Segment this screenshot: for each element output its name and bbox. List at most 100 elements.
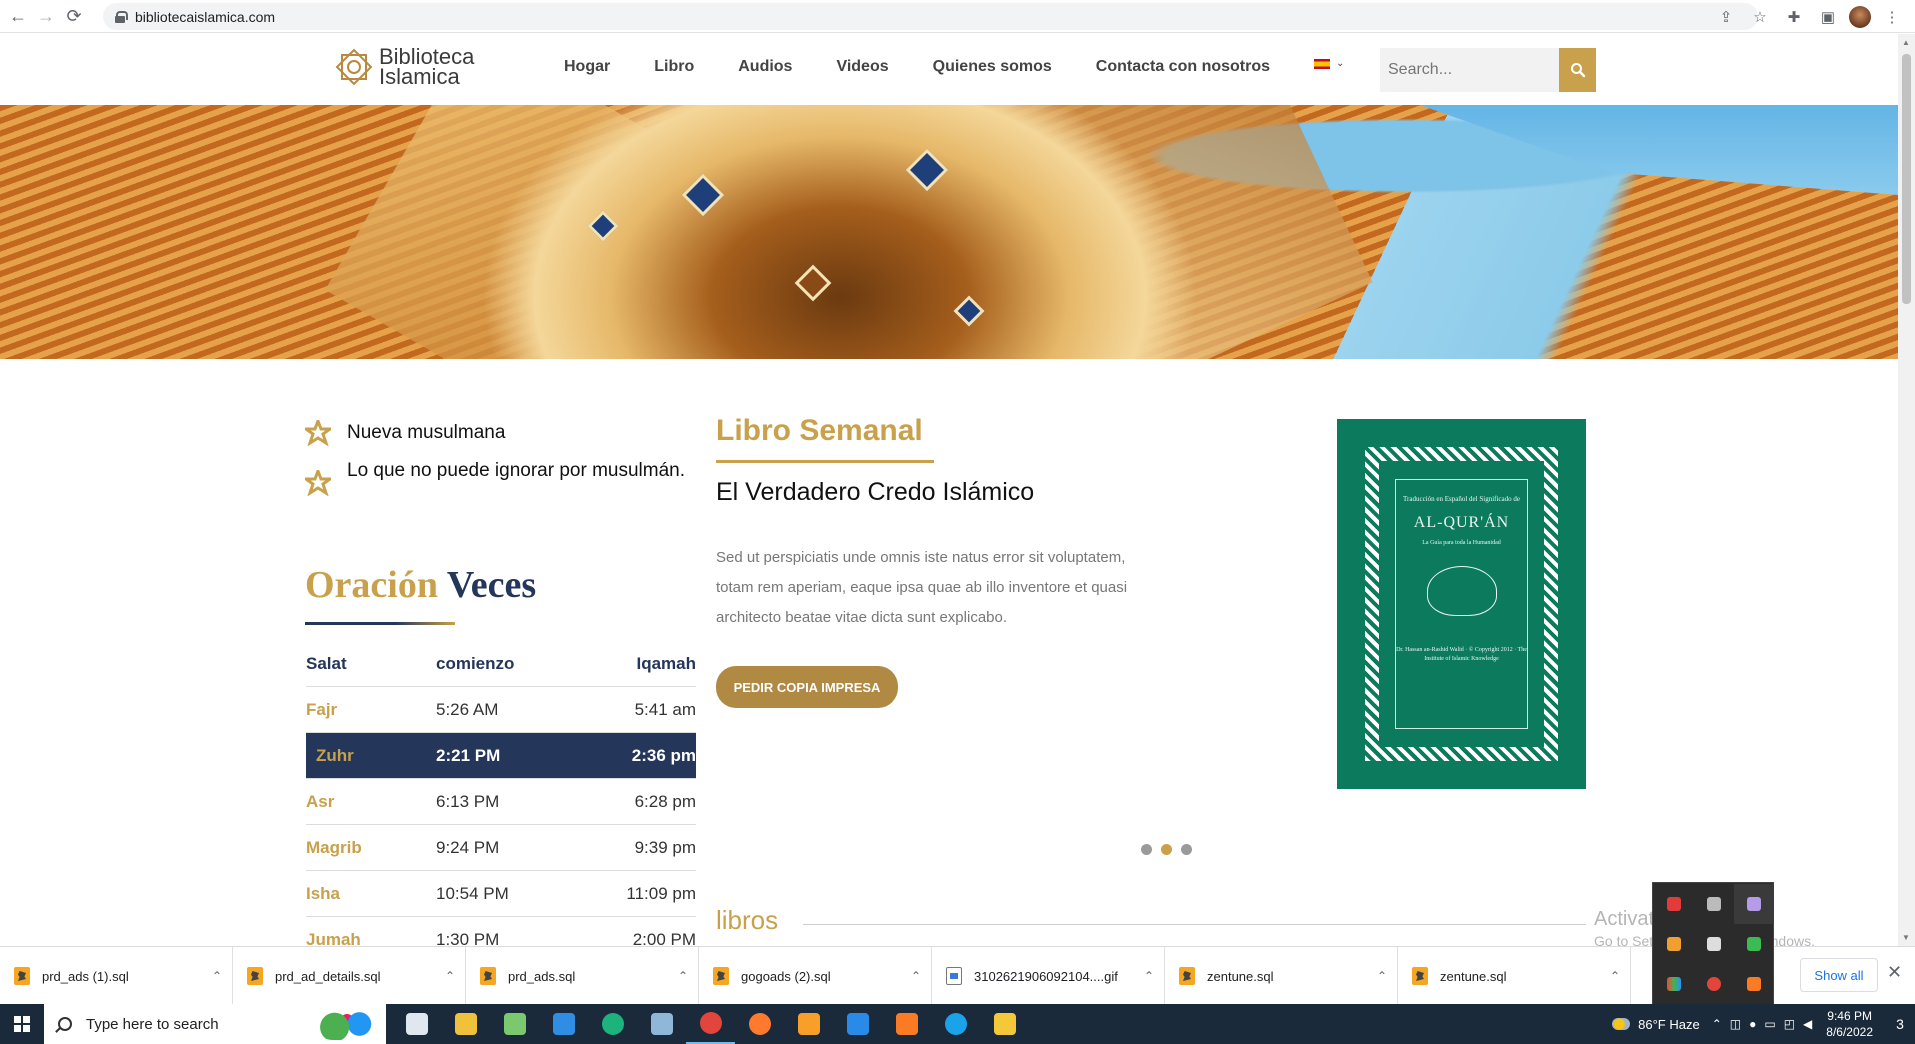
nav-libro[interactable]: Libro xyxy=(654,58,694,76)
network-icon[interactable]: ◰ xyxy=(1784,1017,1795,1031)
taskbar-app-button[interactable] xyxy=(392,1004,441,1044)
scroll-down-arrow-icon[interactable]: ▼ xyxy=(1902,933,1910,942)
taskbar-app-button[interactable] xyxy=(441,1004,490,1044)
nav-contacto[interactable]: Contacta con nosotros xyxy=(1096,58,1270,76)
start-button[interactable] xyxy=(0,1004,44,1044)
tray-speaker-icon[interactable] xyxy=(1694,924,1734,964)
taskbar-app-button[interactable] xyxy=(980,1004,1029,1044)
link-nueva-musulmana[interactable]: Nueva musulmana xyxy=(305,418,705,448)
mail-icon xyxy=(552,1013,575,1035)
cover-footer: Dr. Hassan an-Rashid Walid · © Copyright… xyxy=(1396,647,1527,662)
search-button[interactable] xyxy=(1559,48,1596,92)
carousel-dot-1[interactable] xyxy=(1141,844,1152,855)
chevron-up-icon[interactable]: ⌃ xyxy=(668,969,698,983)
taskbar-app-button[interactable] xyxy=(539,1004,588,1044)
nav-quienes-somos[interactable]: Quienes somos xyxy=(933,58,1052,76)
weather-widget[interactable]: 86°F Haze xyxy=(1612,1017,1700,1032)
taskbar-app-button[interactable] xyxy=(735,1004,784,1044)
chevron-up-icon[interactable]: ⌃ xyxy=(435,969,465,983)
taskbar-app-button[interactable] xyxy=(588,1004,637,1044)
link-label[interactable]: Nueva musulmana xyxy=(347,418,505,448)
taskbar-clock[interactable]: 9:46 PM 8/6/2022 xyxy=(1826,1008,1873,1040)
chevron-down-icon: ⌄ xyxy=(1336,58,1345,69)
share-icon[interactable]: ⇪ xyxy=(1713,4,1739,30)
weather-icon xyxy=(1612,1018,1631,1030)
nav-hogar[interactable]: Hogar xyxy=(564,58,610,76)
tray-app-icon[interactable] xyxy=(1654,924,1694,964)
show-all-downloads-button[interactable]: Show all xyxy=(1800,958,1878,992)
carousel-dot-2[interactable] xyxy=(1161,844,1172,855)
download-item[interactable]: prd_ad_details.sql ⌃ xyxy=(233,947,466,1005)
menu-kebab-icon[interactable]: ⋮ xyxy=(1879,4,1905,30)
side-panel-icon[interactable]: ▣ xyxy=(1815,4,1841,30)
clock-time: 9:46 PM xyxy=(1827,1009,1872,1023)
notification-center-button[interactable]: 3 xyxy=(1885,1016,1915,1032)
tray-shield-icon[interactable] xyxy=(1654,884,1694,924)
back-icon[interactable]: ← xyxy=(4,2,32,30)
reload-icon[interactable]: ⟳ xyxy=(60,2,88,30)
volume-icon[interactable]: ◀ xyxy=(1803,1017,1812,1031)
tray-xampp-icon[interactable] xyxy=(1734,964,1774,1004)
chevron-up-icon[interactable]: ⌃ xyxy=(1712,1017,1722,1031)
chevron-up-icon[interactable]: ⌃ xyxy=(1600,969,1630,983)
notification-count: 3 xyxy=(1896,1016,1904,1032)
chevron-up-icon[interactable]: ⌃ xyxy=(1367,969,1397,983)
taskbar-app-button[interactable] xyxy=(784,1004,833,1044)
prayer-times-table: Salat comienzo Iqamah Fajr 5:26 AM 5:41 … xyxy=(306,641,696,963)
scroll-thumb[interactable] xyxy=(1902,54,1911,304)
url-text[interactable]: bibliotecaislamica.com xyxy=(135,9,275,25)
close-download-bar-icon[interactable]: ✕ xyxy=(1887,962,1902,983)
search-input[interactable] xyxy=(1380,48,1560,92)
firefox-icon xyxy=(748,1013,771,1035)
nav-audios[interactable]: Audios xyxy=(738,58,792,76)
download-item[interactable]: zentune.sql ⌃ xyxy=(1398,947,1631,1005)
book-cover-image[interactable]: Traducción en Español del Significado de… xyxy=(1337,419,1586,789)
taskbar-app-button[interactable] xyxy=(490,1004,539,1044)
download-item[interactable]: prd_ads.sql ⌃ xyxy=(466,947,699,1005)
browser-actions: ⇪ ☆ ✚ ▣ ⋮ xyxy=(1713,0,1915,33)
xampp-icon xyxy=(895,1013,918,1035)
tray-check-icon[interactable] xyxy=(1734,924,1774,964)
sublime-icon xyxy=(797,1013,820,1035)
carousel-dot-3[interactable] xyxy=(1181,844,1192,855)
sublime-file-icon xyxy=(14,967,30,985)
prayer-iqamah: 2:36 pm xyxy=(631,745,696,765)
tray-network-icon[interactable] xyxy=(1694,884,1734,924)
address-bar[interactable]: bibliotecaislamica.com xyxy=(103,3,1758,30)
scroll-up-arrow-icon[interactable]: ▲ xyxy=(1902,38,1910,47)
lock-icon[interactable] xyxy=(115,11,128,23)
language-selector[interactable]: ⌄ xyxy=(1314,58,1344,69)
search-highlight-icon[interactable] xyxy=(316,1008,378,1040)
profile-avatar[interactable] xyxy=(1849,5,1871,28)
microphone-icon[interactable]: ● xyxy=(1749,1017,1756,1031)
taskbar-search-box[interactable]: Type here to search xyxy=(44,1004,386,1044)
tray-colors-icon[interactable] xyxy=(1654,964,1694,1004)
tray-record-icon[interactable] xyxy=(1694,964,1734,1004)
bookmark-star-icon[interactable]: ☆ xyxy=(1747,4,1773,30)
download-item[interactable]: zentune.sql ⌃ xyxy=(1165,947,1398,1005)
chevron-up-icon[interactable]: ⌃ xyxy=(901,969,931,983)
link-label[interactable]: Lo que no puede ignorar por musulmán. xyxy=(347,456,685,486)
taskbar-app-button[interactable] xyxy=(686,1004,735,1044)
chevron-up-icon[interactable]: ⌃ xyxy=(1134,969,1164,983)
nav-videos[interactable]: Videos xyxy=(836,58,888,76)
battery-icon[interactable]: ▭ xyxy=(1764,1017,1775,1031)
taskbar-app-button[interactable] xyxy=(637,1004,686,1044)
page-scrollbar[interactable]: ▲ ▼ xyxy=(1898,34,1915,946)
tray-pen-icon[interactable] xyxy=(1734,884,1774,924)
taskbar-app-button[interactable] xyxy=(833,1004,882,1044)
download-item[interactable]: prd_ads (1).sql ⌃ xyxy=(0,947,233,1005)
forward-icon[interactable]: → xyxy=(32,2,60,30)
star-bullet-icon xyxy=(305,470,331,496)
order-print-copy-button[interactable]: PEDIR COPIA IMPRESA xyxy=(716,666,898,708)
download-item[interactable]: gogoads (2).sql ⌃ xyxy=(699,947,932,1005)
meet-now-icon[interactable]: ◫ xyxy=(1730,1017,1741,1031)
download-item[interactable]: 3102621906092104....gif ⌃ xyxy=(932,947,1165,1005)
taskbar-app-button[interactable] xyxy=(931,1004,980,1044)
taskbar-app-button[interactable] xyxy=(882,1004,931,1044)
chevron-up-icon[interactable]: ⌃ xyxy=(202,969,232,983)
site-logo[interactable]: Biblioteca Islamica xyxy=(333,46,474,88)
extensions-icon[interactable]: ✚ xyxy=(1781,4,1807,30)
link-lo-que-no-puede-ignorar[interactable]: Lo que no puede ignorar por musulmán. xyxy=(305,456,705,496)
weekly-book-title[interactable]: El Verdadero Credo Islámico xyxy=(716,478,1034,507)
